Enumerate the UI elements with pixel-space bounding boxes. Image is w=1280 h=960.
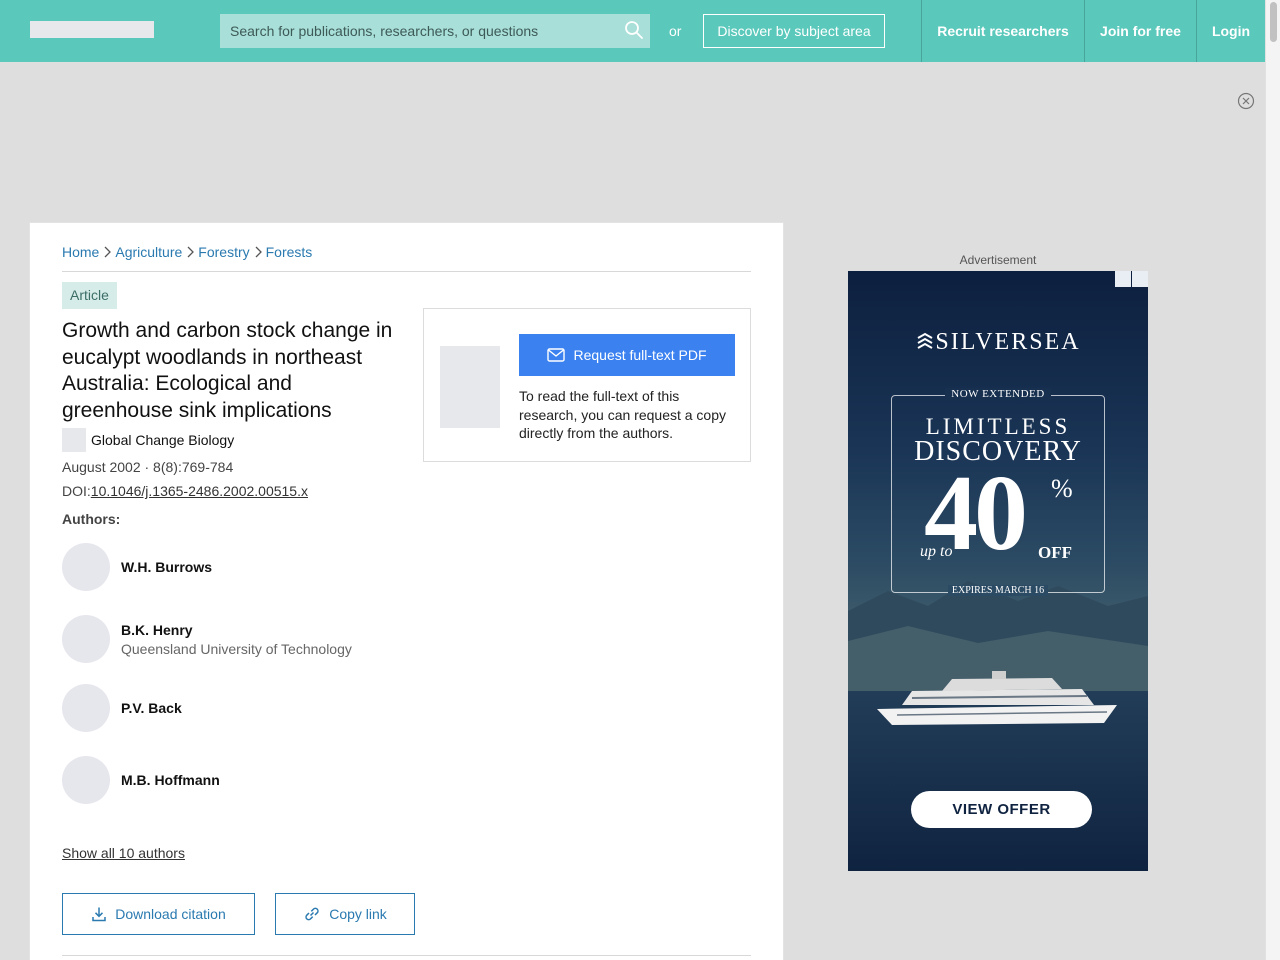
ad-off: OFF: [1038, 543, 1072, 562]
author-item[interactable]: W.H. Burrows: [62, 543, 212, 591]
divider: [62, 271, 751, 272]
page-scrollbar[interactable]: [1265, 0, 1280, 960]
advertisement-banner[interactable]: SILVERSEA NOW EXTENDED LIMITLESS DISCOVE…: [848, 271, 1148, 871]
authors-label: Authors:: [62, 511, 121, 527]
search-box: [220, 14, 650, 48]
site-logo[interactable]: [30, 21, 154, 38]
author-affiliation[interactable]: Queensland University of Technology: [121, 641, 352, 657]
nav-recruit-researchers[interactable]: Recruit researchers: [921, 0, 1084, 62]
download-citation-label: Download citation: [115, 906, 226, 922]
search-input[interactable]: [220, 14, 650, 48]
scrollbar-thumb[interactable]: [1270, 2, 1277, 42]
search-icon[interactable]: [624, 20, 644, 40]
cruise-ship-graphic: [877, 671, 1117, 725]
author-item[interactable]: M.B. Hoffmann: [62, 756, 220, 804]
journal-line: Global Change Biology: [62, 428, 234, 452]
request-fulltext-box: Request full-text PDF To read the full-t…: [423, 308, 751, 462]
link-icon: [305, 907, 319, 921]
request-button-label: Request full-text PDF: [573, 347, 707, 363]
copy-link-button[interactable]: Copy link: [275, 893, 415, 935]
author-item[interactable]: P.V. Back: [62, 684, 182, 732]
avatar: [62, 756, 110, 804]
ad-brand: SILVERSEA: [848, 329, 1148, 356]
discover-by-subject-button[interactable]: Discover by subject area: [703, 14, 885, 48]
author-name[interactable]: P.V. Back: [121, 700, 182, 716]
advertisement-label: Advertisement: [959, 253, 1037, 267]
ad-choices[interactable]: [1114, 271, 1148, 287]
breadcrumb: Home Agriculture Forestry Forests: [62, 244, 312, 260]
ad-up-to: up to: [920, 543, 953, 560]
copy-link-label: Copy link: [329, 906, 387, 922]
ad-close-icon[interactable]: [1132, 271, 1148, 287]
download-citation-button[interactable]: Download citation: [62, 893, 255, 935]
chevron-right-icon: [104, 246, 112, 258]
doi-label: DOI:: [62, 483, 91, 499]
ad-percent: %: [1051, 474, 1073, 503]
publication-card: Home Agriculture Forestry Forests Articl…: [30, 223, 783, 960]
top-navigation-bar: or Discover by subject area Recruit rese…: [0, 0, 1265, 62]
publication-date-volume: August 2002 · 8(8):769-784: [62, 459, 234, 475]
breadcrumb-forestry[interactable]: Forestry: [198, 244, 249, 260]
envelope-icon: [547, 348, 566, 362]
journal-name[interactable]: Global Change Biology: [91, 432, 234, 448]
article-type-badge: Article: [62, 282, 117, 309]
avatar: [62, 543, 110, 591]
document-thumbnail: [440, 346, 500, 428]
request-full-text-button[interactable]: Request full-text PDF: [519, 334, 735, 376]
author-name[interactable]: W.H. Burrows: [121, 559, 212, 575]
or-text: or: [669, 23, 682, 39]
avatar: [62, 615, 110, 663]
nav-login[interactable]: Login: [1196, 0, 1265, 62]
close-circle-icon[interactable]: [1237, 92, 1255, 110]
author-item[interactable]: B.K. Henry Queensland University of Tech…: [62, 615, 352, 663]
ad-info-icon[interactable]: [1115, 271, 1131, 287]
ad-now-extended: NOW EXTENDED: [848, 388, 1148, 400]
silversea-logo-icon: [917, 332, 933, 349]
divider: [62, 955, 751, 956]
breadcrumb-home[interactable]: Home: [62, 244, 99, 260]
avatar: [62, 684, 110, 732]
breadcrumb-forests[interactable]: Forests: [266, 244, 313, 260]
download-icon: [92, 907, 106, 922]
chevron-right-icon: [187, 246, 195, 258]
show-all-authors-link[interactable]: Show all 10 authors: [62, 845, 185, 861]
publication-title: Growth and carbon stock change in eucaly…: [62, 319, 393, 422]
author-name[interactable]: B.K. Henry: [121, 622, 352, 638]
author-name[interactable]: M.B. Hoffmann: [121, 772, 220, 788]
chevron-right-icon: [255, 246, 262, 258]
ad-expires: EXPIRES MARCH 16: [848, 585, 1148, 596]
request-description: To read the full-text of this research, …: [519, 388, 727, 441]
journal-logo: [62, 428, 86, 452]
view-offer-button[interactable]: VIEW OFFER: [911, 791, 1092, 828]
nav-join-for-free[interactable]: Join for free: [1084, 0, 1196, 62]
doi-line: DOI:10.1046/j.1365-2486.2002.00515.x: [62, 483, 308, 499]
breadcrumb-agriculture[interactable]: Agriculture: [115, 244, 182, 260]
doi-link[interactable]: 10.1046/j.1365-2486.2002.00515.x: [91, 483, 308, 499]
